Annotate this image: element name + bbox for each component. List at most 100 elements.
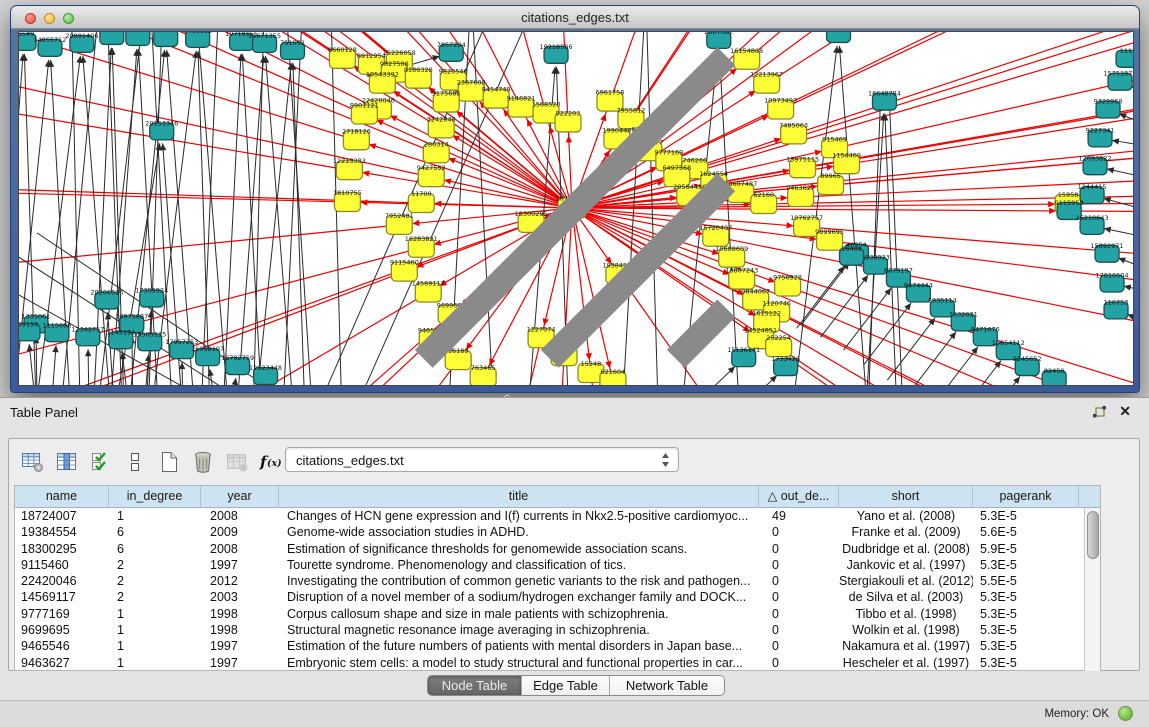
scrollbar-thumb[interactable] [1087,511,1099,559]
table-row[interactable]: 1830029562008Estimation of significance … [15,541,1100,557]
table-cell: Hescheler et al. (1997) [839,655,973,671]
table-row[interactable]: 911546021997Tourette syndrome. Phenomeno… [15,557,1100,573]
column-header-title[interactable]: title [279,486,759,507]
table-cell: Yano et al. (2008) [839,508,973,524]
table-cell: 2008 [201,508,279,524]
column-header-year[interactable]: year [201,486,279,507]
table-cell: 9699695 [15,622,109,638]
tab-edge-table[interactable]: Edge Table [522,676,610,695]
table-cell: Investigating the contribution of common… [279,573,759,589]
dropdown-stepper-icon [661,452,670,468]
desktop: citations_edges.txt 69617587955812199044… [0,0,1149,727]
table-cell: 0 [759,557,839,573]
resize-grip[interactable] [18,31,1132,384]
table-cell: 2008 [201,541,279,557]
column-header-short[interactable]: short [839,486,973,507]
close-panel-icon[interactable]: ✕ [1119,403,1131,420]
table-cell: 2003 [201,589,279,605]
table-cell: 1 [109,508,201,524]
table-cell: 1 [109,622,201,638]
float-panel-icon[interactable] [1092,405,1107,420]
table-cell: 5.3E-5 [973,638,1079,654]
table-row[interactable]: 946554611997Estimation of the future num… [15,638,1100,654]
table-cell: 19384554 [15,524,109,540]
table-cell: 2 [109,589,201,605]
table-panel: Table Panel ✕ [0,397,1149,700]
window-title: citations_edges.txt [11,10,1139,25]
new-document-icon[interactable] [155,449,182,476]
table-cell: 0 [759,573,839,589]
modify-table-icon[interactable] [19,449,46,476]
table-cell: 1997 [201,557,279,573]
table-cell: 0 [759,589,839,605]
memory-status-label: Memory: OK [1044,708,1109,720]
table-cell: 5.9E-5 [973,541,1079,557]
table-row[interactable]: 946362711997Embryonic stem cells: a mode… [15,655,1100,671]
table-select-value: citations_edges.txt [296,453,404,468]
select-rows-icon[interactable] [87,449,114,476]
table-cell: 9777169 [15,606,109,622]
svg-text:(x): (x) [267,458,282,469]
vertical-scrollbar[interactable] [1084,508,1100,671]
column-header-pagerank[interactable]: pagerank [973,486,1079,507]
table-cell: 5.5E-5 [973,573,1079,589]
column-header-in-degree[interactable]: in_degree [109,486,201,507]
show-column-icon[interactable] [53,449,80,476]
table-select-dropdown[interactable]: citations_edges.txt [285,447,679,472]
table-cell: 1997 [201,638,279,654]
table-cell: 6 [109,541,201,557]
table-cell: 2 [109,573,201,589]
table-row[interactable]: 1938455462009Genome-wide association stu… [15,524,1100,540]
table-cell: 1997 [201,655,279,671]
table-cell: 5.6E-5 [973,524,1079,540]
table-cell: 0 [759,655,839,671]
table-cell: Embryonic stem cells: a model to study s… [279,655,759,671]
table-cell: Estimation of significance thresholds fo… [279,541,759,557]
table-cell: Structural magnetic resonance image aver… [279,622,759,638]
table-cell: 9115460 [15,557,109,573]
table-cell: 9463627 [15,655,109,671]
table-cell: 0 [759,541,839,557]
table-cell: 0 [759,524,839,540]
table-cell: 5.3E-5 [973,606,1079,622]
table-cell: Dudbridge et al. (2008) [839,541,973,557]
table-cell: Corpus callosum shape and size in male p… [279,606,759,622]
window-titlebar[interactable]: citations_edges.txt [11,6,1139,29]
column-header-out-degree[interactable]: △ out_de... [759,486,839,507]
tab-network-table[interactable]: Network Table [610,676,724,695]
table-panel-header: Table Panel ✕ [0,398,1149,426]
table-cell: Estimation of the future numbers of pati… [279,638,759,654]
table-cell: Stergiakouli et al. (2012) [839,573,973,589]
table-cell: 6 [109,524,201,540]
table-cell: 5.3E-5 [973,622,1079,638]
table-cell: 5.3E-5 [973,655,1079,671]
table-cell: 1 [109,606,201,622]
table-cell: Jankovic et al. (1997) [839,557,973,573]
table-cell: 18300295 [15,541,109,557]
row-height-icon[interactable] [121,449,148,476]
table-cell: 1998 [201,606,279,622]
table-cell: 0 [759,638,839,654]
table-cell: 0 [759,606,839,622]
table-row[interactable]: 969969511998Structural magnetic resonanc… [15,622,1100,638]
table-cell: 49 [759,508,839,524]
table-cell: 5.3E-5 [973,508,1079,524]
table-cell: 0 [759,622,839,638]
table-cell: 1998 [201,622,279,638]
table-cell: Nakamura et al. (1997) [839,638,973,654]
table-cell: 1 [109,655,201,671]
tab-node-table[interactable]: Node Table [428,676,522,695]
table-row[interactable]: 1872400712008Changes of HCN gene express… [15,508,1100,524]
delete-trash-icon[interactable] [189,449,216,476]
table-cell: 5.3E-5 [973,557,1079,573]
table-row[interactable]: 977716911998Corpus callosum shape and si… [15,606,1100,622]
table-cell: Wolkin et al. (1998) [839,622,973,638]
panel-title: Table Panel [10,405,78,420]
network-canvas[interactable]: 6961758795581219904486794028112107797771… [18,31,1134,386]
table-cell: 2009 [201,524,279,540]
table-cell: Franke et al. (2009) [839,524,973,540]
table-header-row: namein_degreeyeartitle△ out_de...shortpa… [15,486,1100,508]
table-row[interactable]: 1456911722003Disruption of a novel membe… [15,589,1100,605]
column-header-name[interactable]: name [15,486,109,507]
table-row[interactable]: 2242004622012Investigating the contribut… [15,573,1100,589]
